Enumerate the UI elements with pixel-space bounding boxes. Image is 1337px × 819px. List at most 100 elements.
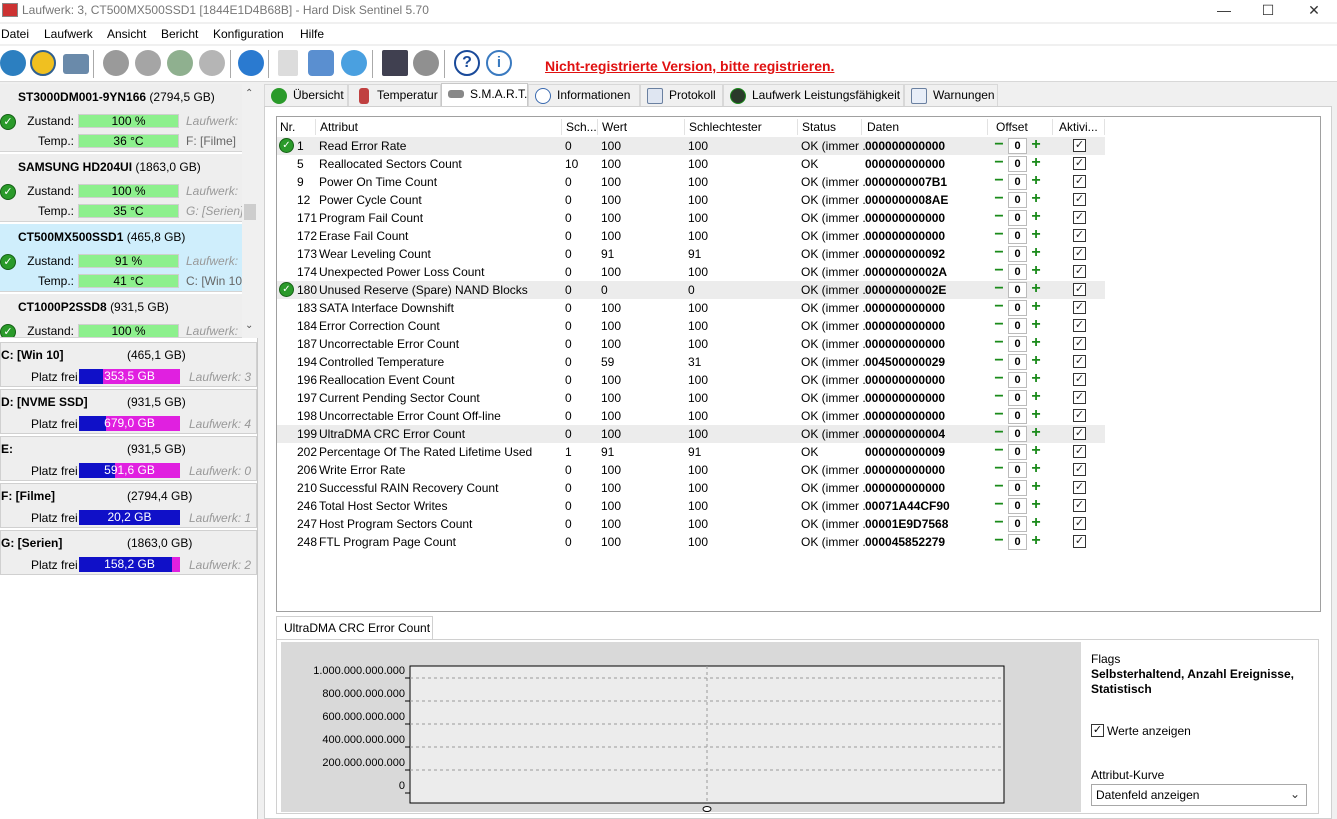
plus-icon[interactable]: + xyxy=(1028,227,1044,244)
table-row[interactable]: 183 SATA Interface Downshift 0 100 100 OK (im… xyxy=(277,299,1105,317)
plus-icon[interactable]: + xyxy=(1028,353,1044,370)
volume-item[interactable]: G: [Serien] (1863,0 GB) Platz frei 158,2… xyxy=(0,530,257,575)
minus-icon[interactable]: − xyxy=(991,245,1007,262)
offset-value[interactable]: 0 xyxy=(1008,174,1027,190)
active-checkbox[interactable]: ✓ xyxy=(1073,319,1086,332)
tab-temperatur[interactable]: Temperatur xyxy=(348,84,441,107)
offset-value[interactable]: 0 xyxy=(1008,246,1027,262)
col-header-nr[interactable]: Nr. xyxy=(280,120,295,134)
plus-icon[interactable]: + xyxy=(1028,245,1044,262)
table-row[interactable]: 248 FTL Program Page Count 0 100 100 OK (imme… xyxy=(277,533,1105,551)
table-row[interactable]: ✓ 180 Unused Reserve (Spare) NAND Blocks 0 0… xyxy=(277,281,1105,299)
offset-value[interactable]: 0 xyxy=(1008,408,1027,424)
report-icon[interactable] xyxy=(278,50,298,76)
minus-icon[interactable]: − xyxy=(991,263,1007,280)
offset-value[interactable]: 0 xyxy=(1008,138,1027,154)
offset-value[interactable]: 0 xyxy=(1008,156,1027,172)
disk-item[interactable]: CT1000P2SSD8 (931,5 GB) ✓ Zustand: 100 %… xyxy=(0,294,242,338)
offset-value[interactable]: 0 xyxy=(1008,462,1027,478)
plus-icon[interactable]: + xyxy=(1028,173,1044,190)
table-row[interactable]: 12Power Cycle Count0100100OK (immer ...0… xyxy=(277,191,1105,209)
plus-icon[interactable]: + xyxy=(1028,299,1044,316)
active-checkbox[interactable]: ✓ xyxy=(1073,157,1086,170)
plus-icon[interactable]: + xyxy=(1028,209,1044,226)
col-header-wert[interactable]: Wert xyxy=(602,120,627,134)
tab-warnungen[interactable]: Warnungen xyxy=(904,84,998,107)
minus-icon[interactable]: − xyxy=(991,317,1007,334)
col-header-daten[interactable]: Daten xyxy=(867,120,899,134)
graph-tab[interactable]: UltraDMA CRC Error Count xyxy=(276,616,433,640)
minus-icon[interactable]: − xyxy=(991,299,1007,316)
minus-icon[interactable]: − xyxy=(991,425,1007,442)
col-header-schwelle[interactable]: Sch... xyxy=(566,120,597,134)
menu-bericht[interactable]: Bericht xyxy=(161,27,198,41)
info-icon[interactable]: i xyxy=(486,50,512,76)
active-checkbox[interactable]: ✓ xyxy=(1073,373,1086,386)
disk-item-selected[interactable]: CT500MX500SSD1 (465,8 GB) ✓ Zustand: 91 … xyxy=(0,224,242,292)
offset-value[interactable]: 0 xyxy=(1008,426,1027,442)
active-checkbox[interactable]: ✓ xyxy=(1073,229,1086,242)
offset-value[interactable]: 0 xyxy=(1008,282,1027,298)
offset-value[interactable]: 0 xyxy=(1008,228,1027,244)
plus-icon[interactable]: + xyxy=(1028,515,1044,532)
table-row[interactable]: 197 Current Pending Sector Count 0 100 100 OK… xyxy=(277,389,1105,407)
minus-icon[interactable]: − xyxy=(991,191,1007,208)
table-row[interactable]: 196 Reallocation Event Count 0 100 100 OK (im… xyxy=(277,371,1105,389)
col-header-aktiviert[interactable]: Aktivi... xyxy=(1059,120,1098,134)
offset-value[interactable]: 0 xyxy=(1008,372,1027,388)
table-row[interactable]: 206Write Error Rate0100100OK (immer ...0… xyxy=(277,461,1105,479)
attribut-kurve-select[interactable]: Datenfeld anzeigen ⌄ xyxy=(1091,784,1307,806)
plus-icon[interactable]: + xyxy=(1028,443,1044,460)
volume-item[interactable]: E: (931,5 GB) Platz frei 591,6 GB Laufwe… xyxy=(0,436,257,481)
plus-icon[interactable]: + xyxy=(1028,389,1044,406)
active-checkbox[interactable]: ✓ xyxy=(1073,499,1086,512)
table-row[interactable]: 187 Uncorrectable Error Count 0 100 100 OK (i… xyxy=(277,335,1105,353)
active-checkbox[interactable]: ✓ xyxy=(1073,409,1086,422)
tab-uebersicht[interactable]: Übersicht xyxy=(264,84,348,107)
minus-icon[interactable]: − xyxy=(991,497,1007,514)
col-header-status[interactable]: Status xyxy=(802,120,836,134)
tab-leistung[interactable]: Laufwerk Leistungsfähigkeit xyxy=(723,84,904,107)
active-checkbox[interactable]: ✓ xyxy=(1073,517,1086,530)
volume-item[interactable]: D: [NVME SSD] (931,5 GB) Platz frei 679,… xyxy=(0,389,257,434)
tab-informationen[interactable]: Informationen xyxy=(528,84,640,107)
menu-ansicht[interactable]: Ansicht xyxy=(107,27,146,41)
active-checkbox[interactable]: ✓ xyxy=(1073,193,1086,206)
offset-value[interactable]: 0 xyxy=(1008,534,1027,550)
offset-value[interactable]: 0 xyxy=(1008,390,1027,406)
plus-icon[interactable]: + xyxy=(1028,155,1044,172)
warning-icon[interactable] xyxy=(30,50,56,76)
active-checkbox[interactable]: ✓ xyxy=(1073,481,1086,494)
minus-icon[interactable]: − xyxy=(991,227,1007,244)
help-icon[interactable]: ? xyxy=(454,50,480,76)
active-checkbox[interactable]: ✓ xyxy=(1073,175,1086,188)
table-row[interactable]: 184 Error Correction Count 0 100 100 OK (imme… xyxy=(277,317,1105,335)
monitor-icon[interactable] xyxy=(382,50,408,76)
offset-value[interactable]: 0 xyxy=(1008,516,1027,532)
plus-icon[interactable]: + xyxy=(1028,191,1044,208)
disk-tool-icon[interactable] xyxy=(199,50,225,76)
offset-value[interactable]: 0 xyxy=(1008,354,1027,370)
offset-value[interactable]: 0 xyxy=(1008,264,1027,280)
network-icon[interactable] xyxy=(341,50,367,76)
menu-hilfe[interactable]: Hilfe xyxy=(300,27,324,41)
table-row[interactable]: 194 Controlled Temperature 0 59 31 OK (immer … xyxy=(277,353,1105,371)
tab-protokoll[interactable]: Protokoll xyxy=(640,84,723,107)
table-row[interactable]: ✓1Read Error Rate0100100OK (immer ...000… xyxy=(277,137,1105,155)
table-row[interactable]: 210 Successful RAIN Recovery Count 0 100 100… xyxy=(277,479,1105,497)
active-checkbox[interactable]: ✓ xyxy=(1073,463,1086,476)
close-button[interactable]: ✕ xyxy=(1291,0,1337,22)
active-checkbox[interactable]: ✓ xyxy=(1073,265,1086,278)
disk-list-scrollbar[interactable]: ⌃ ⌄ xyxy=(242,84,258,338)
speaker-icon[interactable] xyxy=(413,50,439,76)
disk-item[interactable]: SAMSUNG HD204UI (1863,0 GB) ✓ Zustand: 1… xyxy=(0,154,242,222)
active-checkbox[interactable]: ✓ xyxy=(1073,283,1086,296)
offset-value[interactable]: 0 xyxy=(1008,498,1027,514)
offset-value[interactable]: 0 xyxy=(1008,210,1027,226)
minus-icon[interactable]: − xyxy=(991,515,1007,532)
tab-smart[interactable]: S.M.A.R.T. xyxy=(441,83,528,107)
minus-icon[interactable]: − xyxy=(991,353,1007,370)
table-row[interactable]: 5 Reallocated Sectors Count 10 100 100 OK 0000… xyxy=(277,155,1105,173)
active-checkbox[interactable]: ✓ xyxy=(1073,535,1086,548)
minus-icon[interactable]: − xyxy=(991,533,1007,550)
